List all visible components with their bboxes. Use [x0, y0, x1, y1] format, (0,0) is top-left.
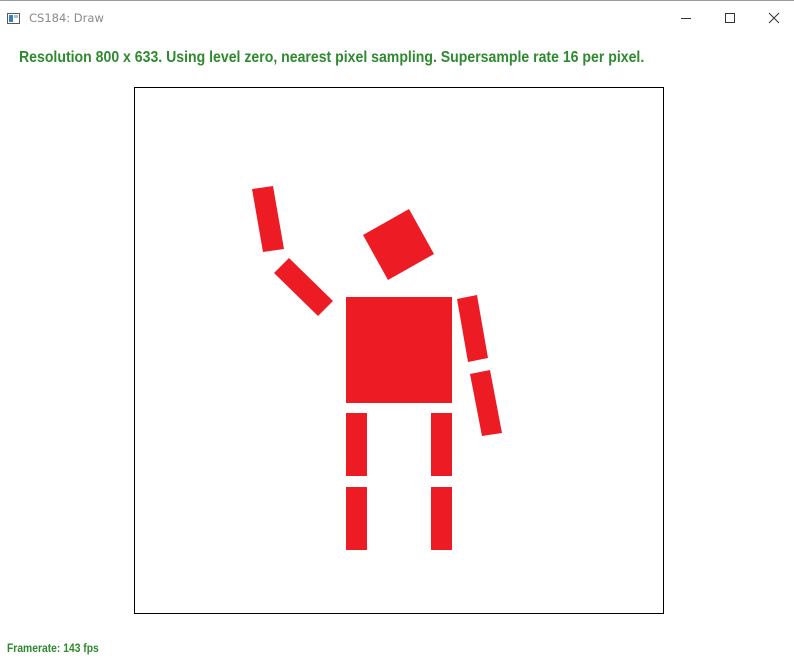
right-shin [431, 487, 452, 550]
head [363, 209, 434, 280]
right-forearm [470, 370, 502, 436]
left-thigh [346, 413, 367, 476]
stick-figure-drawing [252, 186, 502, 550]
right-thigh [431, 413, 452, 476]
left-forearm [274, 258, 333, 316]
left-upper-arm [252, 186, 284, 252]
app-window: CS184: Draw Resolution 800 x 633. Using … [0, 0, 794, 665]
framerate-text: Framerate: 143 fps [7, 641, 99, 655]
left-shin [346, 487, 367, 550]
right-upper-arm [457, 295, 488, 362]
torso [346, 297, 452, 403]
